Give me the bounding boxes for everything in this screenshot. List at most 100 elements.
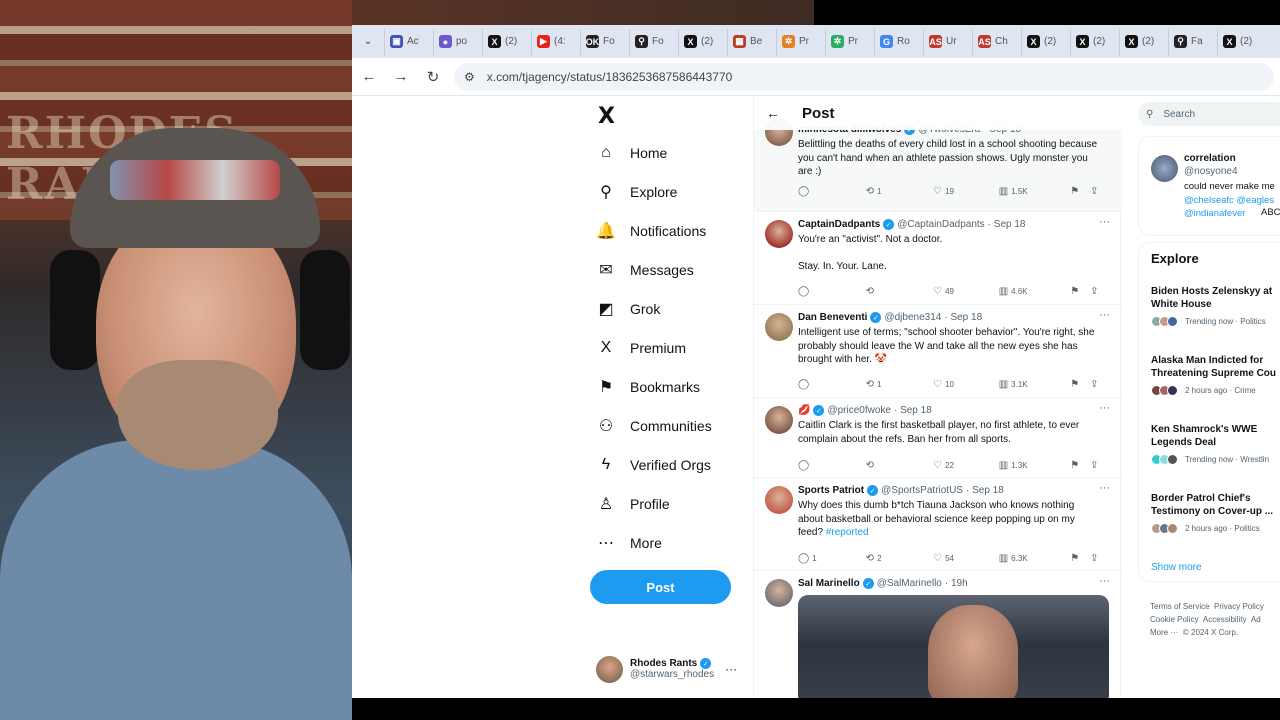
forward-icon[interactable]: → <box>386 62 416 92</box>
nav-item-home[interactable]: ⌂ Home <box>596 138 667 168</box>
browser-tab[interactable]: G Ro <box>874 28 923 55</box>
back-icon[interactable]: ← <box>354 62 384 92</box>
views-button[interactable]: ▥ 1.3K <box>999 460 1071 471</box>
post-date[interactable]: · Sep 18 <box>894 405 932 416</box>
share-button[interactable]: ⇪ <box>1090 186 1108 197</box>
views-button[interactable]: ▥ 6.3K <box>999 553 1071 564</box>
footer-link[interactable]: More ··· <box>1150 628 1178 637</box>
bookmark-button[interactable]: ⚑ <box>1070 186 1090 197</box>
bookmark-button[interactable]: ⚑ <box>1070 460 1090 471</box>
site-settings-icon[interactable]: ⚙ <box>464 70 475 84</box>
author-name[interactable]: CaptainDadpants <box>798 219 880 230</box>
url-field[interactable]: ⚙ x.com/tjagency/status/1836253687586443… <box>454 62 1274 91</box>
author-handle[interactable]: @djbene314 <box>884 312 941 323</box>
more-dots-icon[interactable]: ··· <box>1099 216 1110 228</box>
post-image[interactable] <box>798 595 1109 698</box>
avatar[interactable] <box>765 313 793 341</box>
browser-tab[interactable]: ⚲ Fa <box>1168 28 1217 55</box>
nav-item-explore[interactable]: ⚲ Explore <box>596 177 677 207</box>
share-button[interactable]: ⇪ <box>1090 379 1108 390</box>
browser-tab[interactable]: X (2) <box>678 28 727 55</box>
like-button[interactable]: ♡ 19 <box>933 186 999 197</box>
browser-tab[interactable]: X (2) <box>1021 28 1070 55</box>
avatar[interactable] <box>765 579 793 607</box>
like-button[interactable]: ♡ 10 <box>933 379 999 390</box>
more-dots-icon[interactable]: ··· <box>1099 402 1110 414</box>
browser-tab[interactable]: ✲ Pr <box>776 28 825 55</box>
author-handle[interactable]: @SalMarinello <box>877 578 942 589</box>
share-button[interactable]: ⇪ <box>1090 553 1108 564</box>
like-button[interactable]: ♡ 49 <box>933 286 999 297</box>
share-button[interactable]: ⇪ <box>1090 460 1108 471</box>
nav-item-verified-orgs[interactable]: ϟ Verified Orgs <box>596 450 711 480</box>
share-button[interactable]: ⇪ <box>1090 286 1108 297</box>
bookmark-button[interactable]: ⚑ <box>1070 379 1090 390</box>
show-more-link[interactable]: Show more <box>1151 562 1202 573</box>
account-switcher[interactable]: Rhodes Rants ✓ @starwars_rhodes ··· <box>596 652 756 686</box>
post-date[interactable]: · Sep 18 <box>944 312 982 323</box>
reply-post[interactable]: Sal Marinello ✓ @SalMarinello · 19h ··· <box>754 571 1122 698</box>
post-date[interactable]: · Sep 18 <box>966 485 1004 496</box>
search-input[interactable]: ⚲ Search <box>1138 102 1280 126</box>
browser-tab[interactable]: X (2) <box>482 28 531 55</box>
views-button[interactable]: ▥ 1.5K <box>999 186 1071 197</box>
reply-post[interactable]: Dan Beneventi ✓ @djbene314 · Sep 18 ··· I… <box>754 305 1122 398</box>
browser-tab[interactable]: ▣ Ac <box>384 28 433 55</box>
browser-tab[interactable]: AS Ur <box>923 28 972 55</box>
browser-tab[interactable]: AS Ch <box>972 28 1021 55</box>
author-name[interactable]: 💋 <box>798 405 810 416</box>
x-logo-icon[interactable]: X <box>598 104 615 129</box>
views-button[interactable]: ▥ 4.6K <box>999 286 1071 297</box>
nav-item-bookmarks[interactable]: ⚑ Bookmarks <box>596 372 700 402</box>
browser-tab[interactable]: X (2) <box>1119 28 1168 55</box>
reply-post[interactable]: minnesota dilliwolves ✓ @TwolvesEra · Se… <box>754 118 1122 212</box>
reply-button[interactable]: ◯ <box>798 286 866 297</box>
author-handle[interactable]: @price0fwoke <box>827 405 891 416</box>
repost-button[interactable]: ⟲ 1 <box>866 379 934 390</box>
like-button[interactable]: ♡ 22 <box>933 460 999 471</box>
tab-search-dropdown[interactable]: ⌄ <box>358 32 378 52</box>
reply-button[interactable]: ◯ <box>798 379 866 390</box>
url-text[interactable]: x.com/tjagency/status/183625368758644377… <box>487 70 733 84</box>
author-name[interactable]: Sal Marinello <box>798 578 860 589</box>
nav-item-messages[interactable]: ✉ Messages <box>596 255 694 285</box>
trend-item[interactable]: Alaska Man Indicted for Threatening Supr… <box>1151 354 1280 396</box>
footer-link[interactable]: Cookie Policy <box>1150 615 1198 624</box>
bookmark-button[interactable]: ⚑ <box>1070 553 1090 564</box>
avatar[interactable] <box>765 406 793 434</box>
browser-tab[interactable]: ✲ Pr <box>825 28 874 55</box>
browser-tab[interactable]: ▶ (4: <box>531 28 580 55</box>
reply-post[interactable]: 💋 ✓ @price0fwoke · Sep 18 ··· Caitlin Cla… <box>754 398 1122 478</box>
nav-item-profile[interactable]: ♙ Profile <box>596 489 670 519</box>
hashtag-link[interactable]: #reported <box>826 527 869 538</box>
author-name[interactable]: Dan Beneventi <box>798 312 867 323</box>
trend-item[interactable]: Ken Shamrock's WWE Legends Deal Trending… <box>1151 423 1280 465</box>
repost-button[interactable]: ⟲ 2 <box>866 553 934 564</box>
footer-link[interactable]: Privacy Policy <box>1214 602 1264 611</box>
author-handle[interactable]: @SportsPatriotUS <box>881 485 963 496</box>
post-button[interactable]: Post <box>590 570 731 604</box>
browser-tab[interactable]: ● po <box>433 28 482 55</box>
back-arrow-icon[interactable]: ← <box>766 105 780 121</box>
footer-link[interactable]: Accessibility <box>1203 615 1247 624</box>
browser-tab[interactable]: X (2) <box>1217 28 1266 55</box>
trend-item[interactable]: Biden Hosts Zelenskyy at White House Tre… <box>1151 285 1280 327</box>
more-dots-icon[interactable]: ··· <box>1099 575 1110 587</box>
more-dots-icon[interactable]: ··· <box>1099 482 1110 494</box>
more-dots-icon[interactable]: ··· <box>725 662 737 676</box>
repost-button[interactable]: ⟲ <box>866 460 934 471</box>
like-button[interactable]: ♡ 54 <box>933 553 999 564</box>
avatar[interactable] <box>765 486 793 514</box>
author-name[interactable]: Sports Patriot <box>798 485 864 496</box>
footer-link[interactable]: Terms of Service <box>1150 602 1210 611</box>
reply-post[interactable]: Sports Patriot ✓ @SportsPatriotUS · Sep … <box>754 478 1122 571</box>
post-date[interactable]: · 19h <box>945 578 968 589</box>
post-date[interactable]: · Sep 18 <box>988 219 1026 230</box>
nav-item-grok[interactable]: ◩ Grok <box>596 294 660 324</box>
nav-item-premium[interactable]: X Premium <box>596 333 686 363</box>
browser-tab[interactable]: X (2) <box>1070 28 1119 55</box>
trend-item[interactable]: Border Patrol Chief's Testimony on Cover… <box>1151 492 1280 534</box>
browser-tab[interactable]: OK Fo <box>580 28 629 55</box>
nav-item-more[interactable]: ⋯ More <box>596 528 662 558</box>
repost-button[interactable]: ⟲ <box>866 286 934 297</box>
